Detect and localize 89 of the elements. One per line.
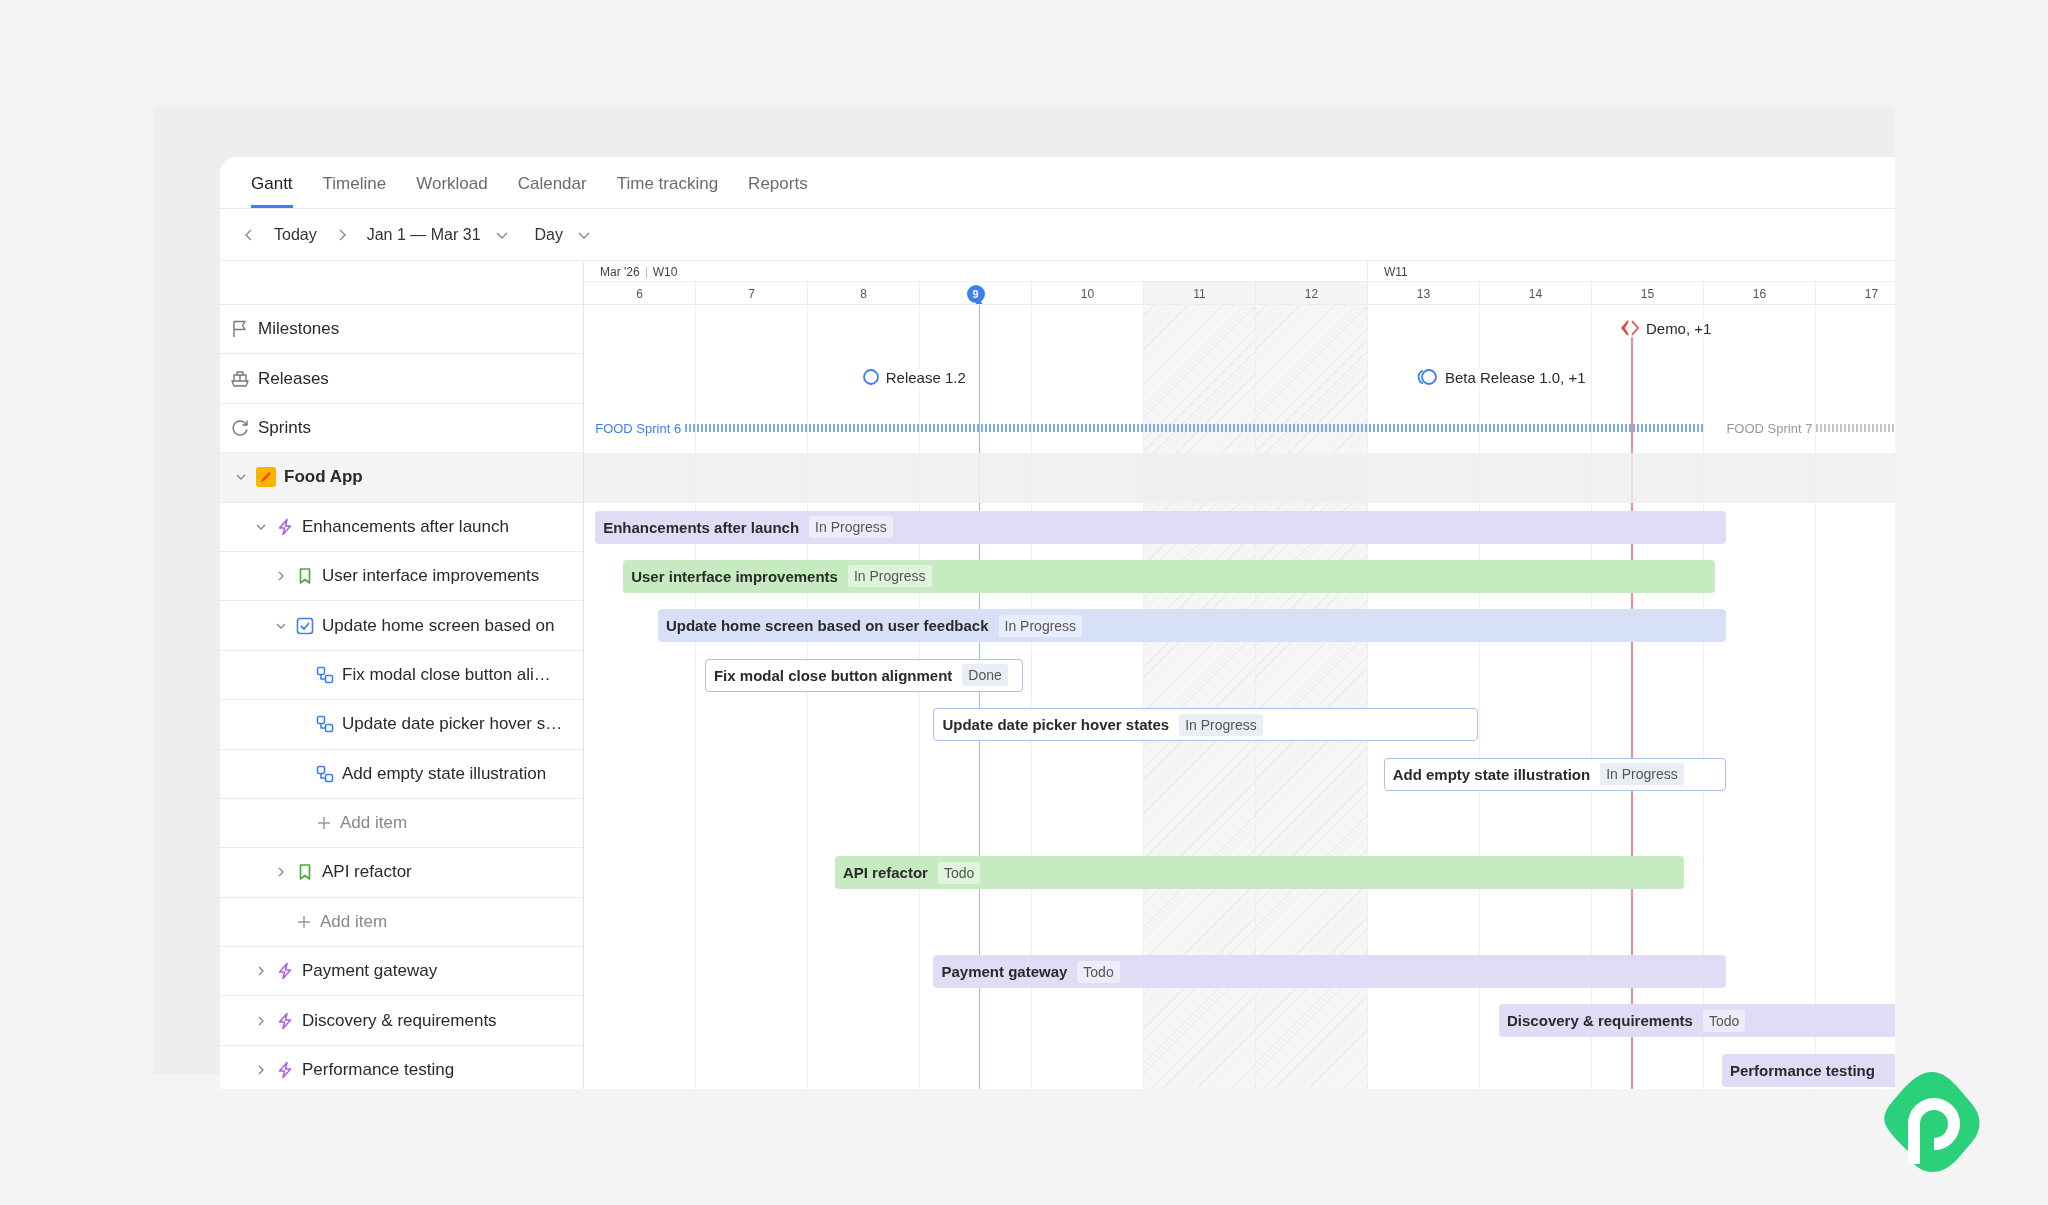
- day-cell: 7: [696, 282, 808, 304]
- item-title[interactable]: Discovery & requirements: [302, 1010, 497, 1031]
- tab[interactable]: Timeline: [322, 157, 387, 208]
- bar-title: Enhancements after launch: [603, 518, 800, 536]
- task-bar[interactable]: Performance testing: [1721, 1053, 1895, 1087]
- tab[interactable]: Calendar: [517, 157, 587, 208]
- add-item-link[interactable]: Add item: [340, 813, 408, 834]
- sprint-label: FOOD Sprint 7: [1726, 420, 1813, 436]
- item-title[interactable]: User interface improvements: [322, 566, 540, 587]
- lightning-icon: [276, 1061, 294, 1080]
- day-cell: 13: [1368, 282, 1480, 304]
- circles-icon: [1415, 368, 1439, 387]
- plus-icon: [296, 913, 312, 930]
- date-range-dropdown[interactable]: Jan 1 — Mar 31: [358, 221, 517, 248]
- sprint-label: FOOD Sprint 6: [595, 420, 682, 436]
- status-badge: In Progress: [847, 565, 932, 588]
- project-name[interactable]: Food App: [284, 467, 363, 488]
- plus-icon: [316, 815, 332, 832]
- status-badge: Todo: [1077, 960, 1120, 983]
- day-cell: 6: [584, 282, 696, 304]
- lightning-icon: [276, 962, 294, 981]
- status-badge: In Progress: [1600, 763, 1684, 785]
- tab[interactable]: Time tracking: [616, 157, 719, 208]
- day-cell: 8: [808, 282, 920, 304]
- tab[interactable]: Workload: [416, 157, 488, 208]
- status-badge: In Progress: [809, 516, 893, 539]
- task-bar[interactable]: Update date picker hover states In Progress: [933, 708, 1478, 742]
- bar-title: Discovery & requirements: [1507, 1012, 1693, 1030]
- subtask-icon: [316, 715, 334, 734]
- lane-label: Sprints: [258, 417, 311, 438]
- task-bar[interactable]: User interface improvements In Progress: [623, 559, 1716, 593]
- day-cell: 16: [1704, 282, 1816, 304]
- item-title[interactable]: Update date picker hover s…: [342, 714, 563, 735]
- bar-title: Add empty state illustration: [1392, 765, 1591, 783]
- day-cell: 12: [1256, 282, 1368, 304]
- pencil-icon: [256, 467, 276, 488]
- add-item-link[interactable]: Add item: [320, 911, 388, 932]
- status-badge: Todo: [1702, 1009, 1746, 1032]
- marker-label: Release 1.2: [885, 368, 966, 386]
- item-title[interactable]: Update home screen based on: [322, 615, 555, 636]
- checkbox-icon: [296, 616, 314, 635]
- bar-title: Update date picker hover states: [942, 716, 1170, 734]
- task-bar[interactable]: Fix modal close button alignment Done: [704, 658, 1024, 692]
- marker-label: Demo, +1: [1645, 319, 1712, 337]
- month-label: Mar '26: [600, 265, 640, 279]
- status-badge: Todo: [937, 861, 981, 884]
- item-title[interactable]: Add empty state illustration: [342, 763, 547, 784]
- tab[interactable]: Gantt: [251, 157, 293, 208]
- day-cell: 15: [1592, 282, 1704, 304]
- item-title[interactable]: Performance testing: [302, 1060, 455, 1081]
- status-badge: In Progress: [998, 614, 1083, 637]
- circle-icon: [861, 368, 880, 387]
- tab[interactable]: Reports: [748, 157, 808, 208]
- item-title[interactable]: Fix modal close button ali…: [342, 664, 551, 685]
- task-bar[interactable]: Payment gateway Todo: [933, 955, 1727, 989]
- refresh-icon: [230, 417, 250, 438]
- task-bar[interactable]: Discovery & requirements Todo: [1499, 1004, 1895, 1038]
- diamond-icon: [1619, 319, 1640, 337]
- ship-icon: [230, 368, 250, 389]
- day-cell: 17: [1816, 282, 1895, 304]
- task-bar[interactable]: Enhancements after launch In Progress: [595, 510, 1727, 544]
- bar-title: User interface improvements: [631, 567, 838, 585]
- task-bar[interactable]: Add empty state illustration In Progress: [1383, 757, 1727, 791]
- scale-dropdown[interactable]: Day: [526, 221, 599, 248]
- bar-title: Performance testing: [1729, 1061, 1875, 1079]
- lane-label: Releases: [258, 368, 329, 389]
- lightning-icon: [276, 1011, 294, 1030]
- bar-title: Update home screen based on user feedback: [665, 617, 989, 635]
- lane-label: Milestones: [258, 319, 340, 340]
- item-title[interactable]: API refactor: [322, 862, 412, 883]
- subtask-icon: [316, 665, 334, 684]
- status-badge: In Progress: [1179, 713, 1263, 736]
- day-cell: 11: [1144, 282, 1256, 304]
- item-title[interactable]: Enhancements after launch: [302, 516, 509, 537]
- marker-label: Beta Release 1.0, +1: [1445, 368, 1586, 386]
- bar-title: API refactor: [842, 864, 928, 882]
- today-button[interactable]: Today: [266, 221, 325, 248]
- subtask-icon: [316, 764, 334, 783]
- item-title[interactable]: Payment gateway: [302, 961, 438, 982]
- day-cell: 9: [920, 282, 1032, 304]
- task-bar[interactable]: Update home screen based on user feedback In Progress: [657, 609, 1727, 643]
- status-badge: Done: [962, 664, 1008, 687]
- week-label: W11: [1384, 265, 1408, 279]
- lightning-icon: [276, 517, 294, 536]
- week-label: W10: [652, 265, 678, 279]
- bar-title: Payment gateway: [941, 963, 1068, 981]
- bar-title: Fix modal close button alignment: [713, 666, 953, 684]
- task-bar[interactable]: API refactor Todo: [834, 856, 1684, 890]
- day-cell: 14: [1480, 282, 1592, 304]
